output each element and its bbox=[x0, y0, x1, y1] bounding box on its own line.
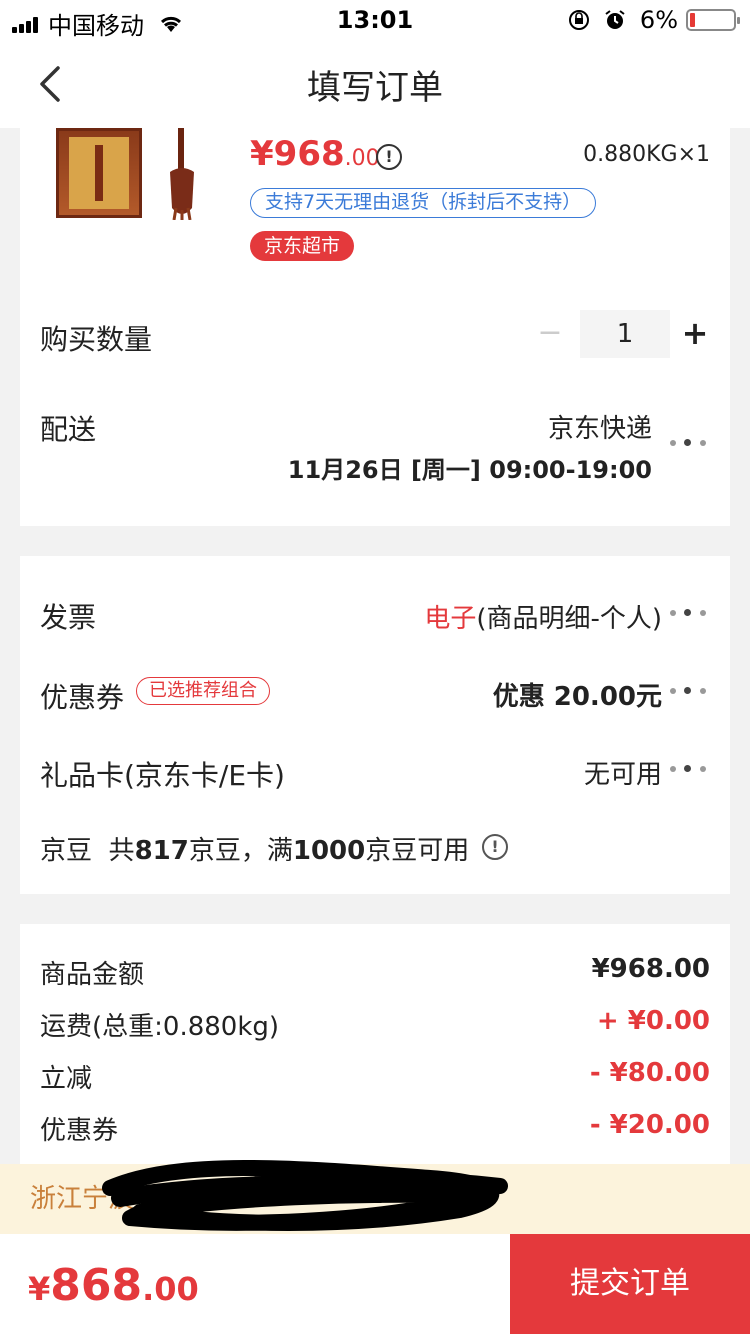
summary-shipping-label: 运费(总重:0.880kg) bbox=[40, 1012, 280, 1042]
summary-card: 商品金额 ¥968.00 运费(总重:0.880kg) + ¥0.00 立减 -… bbox=[20, 924, 730, 1164]
delivery-label: 配送 bbox=[40, 413, 97, 446]
gift-card-more-icon[interactable] bbox=[670, 764, 710, 774]
delivery-carrier[interactable]: 京东快递 bbox=[548, 408, 652, 445]
return-policy-tag: 支持7天无理由退货（拆封后不支持） bbox=[250, 188, 597, 218]
battery-percent: 6% bbox=[639, 6, 678, 34]
jd-beans-prefix: 共 bbox=[108, 836, 135, 866]
status-bar: 中国移动 13:01 6% bbox=[0, 0, 750, 40]
order-total: ¥868.00 bbox=[28, 1260, 199, 1311]
options-card: 发票 电子(商品明细-个人) 优惠券 已选推荐组合 优惠 20.00元 礼品卡(… bbox=[20, 556, 730, 894]
jd-beans-row: 京豆 共817京豆，满1000京豆可用 bbox=[40, 830, 469, 867]
product-weight: 0.880KG×1 bbox=[583, 142, 710, 167]
jd-beans-suffix: 京豆可用 bbox=[365, 836, 470, 866]
jd-beans-mid: 京豆，满 bbox=[188, 836, 293, 866]
price-decimal: .00 bbox=[344, 146, 380, 171]
coupon-more-icon[interactable] bbox=[670, 686, 710, 696]
product-ornament-image bbox=[170, 128, 194, 220]
summary-shipping-value: + ¥0.00 bbox=[596, 1006, 710, 1036]
redaction-scribble bbox=[102, 1160, 508, 1231]
page-title: 填写订单 bbox=[307, 68, 443, 108]
invoice-label: 发票 bbox=[40, 601, 97, 634]
quantity-minus-button[interactable]: − bbox=[530, 310, 570, 358]
quantity-input[interactable]: 1 bbox=[580, 310, 670, 358]
quantity-plus-button[interactable]: + bbox=[680, 310, 710, 358]
product-card: ¥968.00 ! 0.880KG×1 支持7天无理由退货（拆封后不支持） 京东… bbox=[20, 128, 730, 526]
summary-discount-value: - ¥80.00 bbox=[589, 1058, 710, 1088]
status-right: 6% bbox=[568, 6, 740, 34]
alarm-icon bbox=[605, 10, 625, 29]
coupon-selected-tag: 已选推荐组合 bbox=[136, 677, 270, 705]
coupon-value[interactable]: 优惠 20.00元 bbox=[493, 676, 662, 713]
gift-card-value[interactable]: 无可用 bbox=[584, 754, 662, 791]
summary-coupon-value: - ¥20.00 bbox=[589, 1110, 710, 1140]
total-decimal: .00 bbox=[142, 1270, 199, 1308]
gift-card-label: 礼品卡(京东卡/E卡) bbox=[40, 759, 285, 792]
jd-beans-label: 京豆 bbox=[40, 836, 93, 866]
invoice-more-icon[interactable] bbox=[670, 608, 710, 618]
invoice-type: 电子 bbox=[424, 604, 477, 634]
summary-goods-value: ¥968.00 bbox=[591, 954, 710, 984]
submit-order-button[interactable]: 提交订单 bbox=[510, 1234, 750, 1334]
total-currency: ¥ bbox=[28, 1270, 51, 1308]
summary-discount-label: 立减 bbox=[40, 1064, 93, 1094]
jd-beans-count: 817 bbox=[134, 836, 189, 866]
battery-icon bbox=[686, 9, 740, 31]
product-image[interactable] bbox=[56, 128, 142, 218]
invoice-detail: (商品明细-个人) bbox=[476, 604, 662, 634]
store-tag: 京东超市 bbox=[250, 231, 355, 261]
quantity-label: 购买数量 bbox=[40, 323, 153, 356]
delivery-time[interactable]: 11月26日 [周一] 09:00-19:00 bbox=[288, 450, 652, 485]
quantity-stepper: − 1 + bbox=[530, 310, 710, 358]
bottom-bar: ¥868.00 提交订单 bbox=[0, 1234, 750, 1334]
nav-bar: 填写订单 bbox=[0, 40, 750, 128]
total-main: 868 bbox=[50, 1260, 143, 1311]
jd-beans-threshold: 1000 bbox=[292, 836, 366, 866]
price-info-icon[interactable]: ! bbox=[376, 144, 402, 170]
summary-coupon-label: 优惠券 bbox=[40, 1116, 119, 1146]
delivery-more-icon[interactable] bbox=[670, 438, 710, 448]
summary-goods-label: 商品金额 bbox=[40, 960, 145, 990]
invoice-value[interactable]: 电子(商品明细-个人) bbox=[424, 598, 662, 635]
product-price: ¥968.00 bbox=[250, 134, 380, 174]
coupon-label: 优惠券 bbox=[40, 681, 125, 714]
rotation-lock-icon bbox=[568, 10, 589, 30]
jd-beans-info-icon[interactable]: ! bbox=[482, 834, 508, 860]
price-main: ¥968 bbox=[250, 134, 345, 174]
